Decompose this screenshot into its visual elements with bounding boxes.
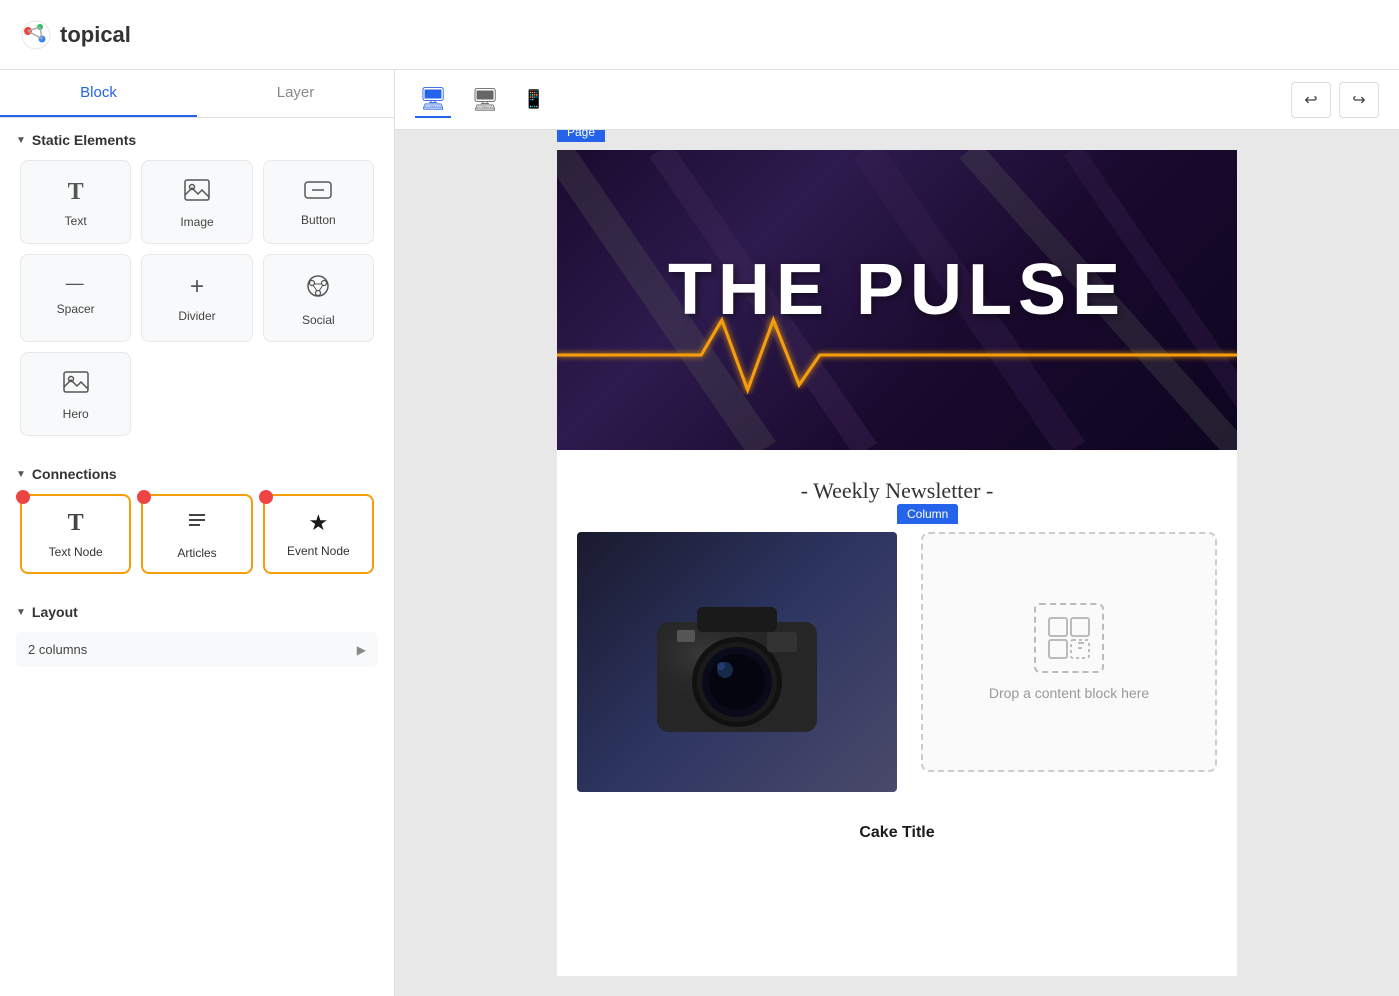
canvas: Page xyxy=(395,130,1399,996)
static-elements-header[interactable]: ▼ Static Elements xyxy=(16,132,378,148)
canvas-page: Page xyxy=(557,150,1237,976)
hero-icon xyxy=(63,371,89,399)
column-label: Column xyxy=(897,504,958,524)
block-text-label: Text xyxy=(65,214,87,228)
header: topical xyxy=(0,0,1399,70)
layout-2col-label: 2 columns xyxy=(28,642,87,657)
logo-text: topical xyxy=(60,22,131,48)
left-panel: Block Layer ▼ Static Elements T Text xyxy=(0,70,395,996)
newsletter-header: THE PULSE xyxy=(557,150,1237,450)
button-icon xyxy=(304,179,332,205)
block-button[interactable]: Button xyxy=(263,160,374,244)
connection-articles[interactable]: Articles xyxy=(141,494,252,574)
block-text[interactable]: T Text xyxy=(20,160,131,244)
event-node-dot xyxy=(259,490,273,504)
block-social-label: Social xyxy=(302,313,335,327)
camera-svg xyxy=(637,572,837,752)
logo-area: topical xyxy=(20,19,131,51)
block-divider[interactable]: + Divider xyxy=(141,254,252,342)
block-spacer-label: Spacer xyxy=(57,302,95,316)
camera-image xyxy=(577,532,897,792)
block-divider-label: Divider xyxy=(178,309,215,323)
layout-arrow: ▼ xyxy=(16,607,26,618)
layout-header[interactable]: ▼ Layout xyxy=(16,604,378,620)
articles-icon xyxy=(186,510,208,538)
redo-button[interactable]: ↪ xyxy=(1339,82,1379,118)
drop-zone-icon xyxy=(1034,603,1104,673)
divider-icon: + xyxy=(190,273,204,301)
text-icon: T xyxy=(68,179,84,206)
layout-section: ▼ Layout 2 columns ▶ xyxy=(0,590,394,681)
cake-title: Cake Title xyxy=(557,812,1237,842)
connections-grid: T Text Node Articles xyxy=(16,494,378,582)
tab-block[interactable]: Block xyxy=(0,70,197,117)
drop-column-wrapper: Column xyxy=(897,532,1217,792)
canvas-toolbar: 🖥 🖥 📱 ↩ ↪ xyxy=(395,70,1399,130)
connections-section: ▼ Connections T Text Node xyxy=(0,452,394,590)
layout-2-columns[interactable]: 2 columns ▶ xyxy=(16,632,378,667)
mobile-view-icon[interactable]: 📱 xyxy=(519,85,549,114)
articles-label: Articles xyxy=(177,546,216,560)
main-layout: Block Layer ▼ Static Elements T Text xyxy=(0,70,1399,996)
newsletter-title: THE PULSE xyxy=(668,249,1126,331)
layout-label: Layout xyxy=(32,604,78,620)
block-hero[interactable]: Hero xyxy=(20,352,131,436)
block-button-label: Button xyxy=(301,213,336,227)
event-node-icon: ★ xyxy=(308,510,328,536)
block-hero-label: Hero xyxy=(63,407,89,421)
image-icon xyxy=(184,179,210,207)
static-elements-arrow: ▼ xyxy=(16,135,26,146)
monitor-view-icon[interactable]: 🖥 xyxy=(467,83,503,117)
social-icon xyxy=(305,273,331,305)
drop-zone[interactable]: Drop a content block here xyxy=(921,532,1217,772)
articles-dot xyxy=(137,490,151,504)
block-image-label: Image xyxy=(180,215,213,229)
connections-label: Connections xyxy=(32,466,117,482)
tab-layer[interactable]: Layer xyxy=(197,70,394,117)
static-elements-grid: T Text Image xyxy=(16,160,378,444)
undo-button[interactable]: ↩ xyxy=(1291,82,1331,118)
connection-event-node[interactable]: ★ Event Node xyxy=(263,494,374,574)
connections-arrow: ▼ xyxy=(16,469,26,480)
layout-2col-arrow: ▶ xyxy=(357,643,366,657)
static-elements-section: ▼ Static Elements T Text I xyxy=(0,118,394,452)
desktop-view-icon[interactable]: 🖥 xyxy=(415,82,451,118)
spacer-icon: — xyxy=(66,273,86,294)
page-label: Page xyxy=(557,130,605,142)
toolbar-right: ↩ ↪ xyxy=(1291,82,1379,118)
text-node-icon: T xyxy=(68,510,84,537)
panel-tabs: Block Layer xyxy=(0,70,394,118)
static-elements-label: Static Elements xyxy=(32,132,136,148)
block-spacer[interactable]: — Spacer xyxy=(20,254,131,342)
text-node-dot xyxy=(16,490,30,504)
event-node-label: Event Node xyxy=(287,544,350,558)
drop-text: Drop a content block here xyxy=(989,685,1149,701)
content-columns: Column xyxy=(557,532,1237,812)
block-image[interactable]: Image xyxy=(141,160,252,244)
camera-column xyxy=(577,532,897,792)
connection-text-node[interactable]: T Text Node xyxy=(20,494,131,574)
block-social[interactable]: Social xyxy=(263,254,374,342)
text-node-label: Text Node xyxy=(49,545,103,559)
canvas-area: 🖥 🖥 📱 ↩ ↪ Page xyxy=(395,70,1399,996)
connections-header[interactable]: ▼ Connections xyxy=(16,466,378,482)
toolbar-left: 🖥 🖥 📱 xyxy=(415,82,549,118)
logo-icon xyxy=(20,19,52,51)
